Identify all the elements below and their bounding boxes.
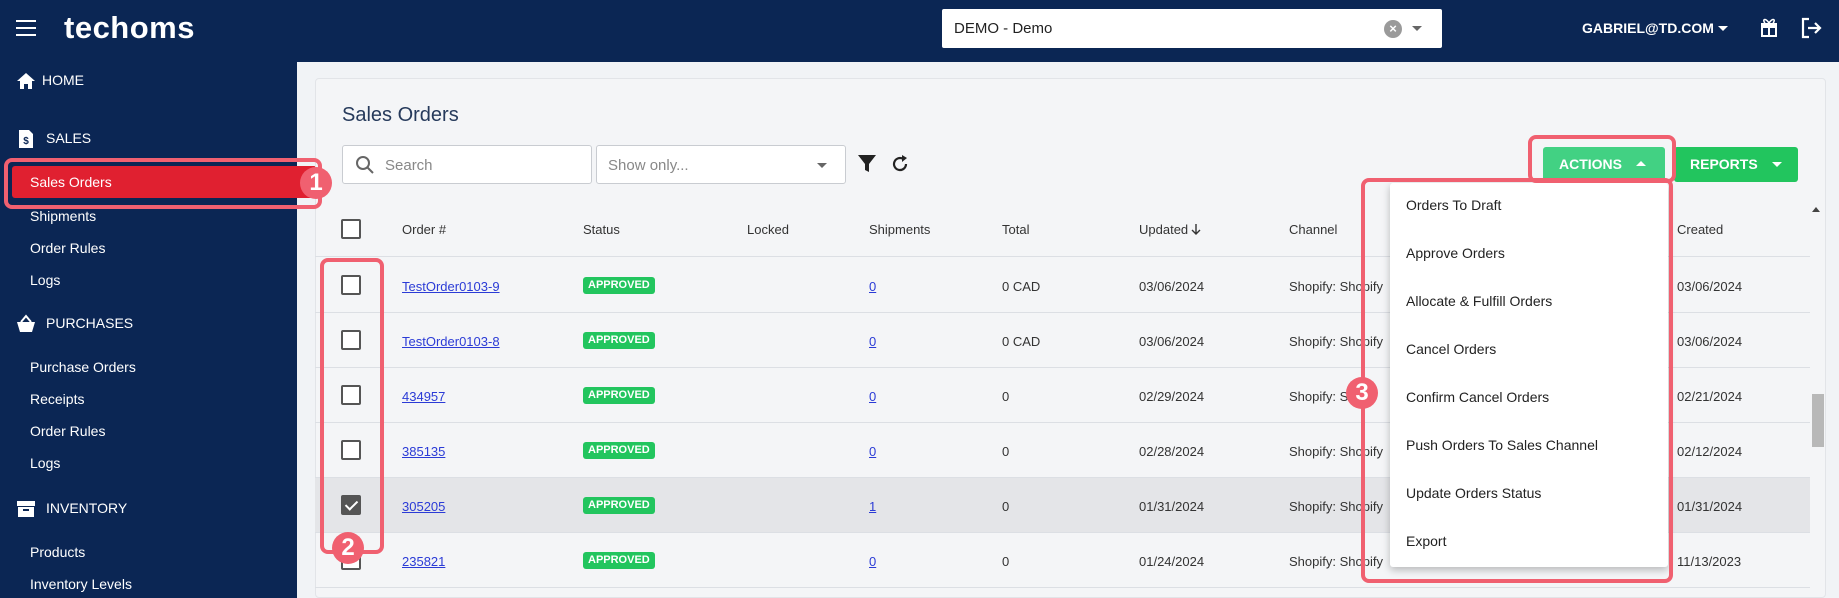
sidebar: HOME $ SALES Sales Orders Shipments Orde… bbox=[0, 62, 317, 598]
total-cell: 0 bbox=[1002, 444, 1010, 459]
order-link[interactable]: 434957 bbox=[402, 389, 445, 404]
shipments-link[interactable]: 0 bbox=[869, 389, 876, 404]
basket-icon bbox=[17, 314, 35, 332]
show-only-placeholder: Show only... bbox=[608, 157, 689, 174]
annotation-number-1: 1 bbox=[300, 167, 332, 199]
created-cell: 03/06/2024 bbox=[1677, 279, 1743, 294]
filter-icon[interactable] bbox=[858, 154, 876, 174]
clear-icon[interactable]: × bbox=[1384, 20, 1402, 38]
gift-icon[interactable] bbox=[1760, 17, 1778, 37]
created-cell: 03/06/2024 bbox=[1677, 334, 1743, 349]
status-badge: APPROVED bbox=[583, 442, 655, 459]
sidebar-item-products[interactable]: Products bbox=[30, 544, 85, 560]
sidebar-item-purchase-orders[interactable]: Purchase Orders bbox=[30, 359, 136, 375]
order-link[interactable]: 235821 bbox=[402, 554, 445, 569]
app-logo[interactable]: techoms bbox=[64, 10, 195, 46]
sidebar-section-label: HOME bbox=[42, 72, 84, 88]
search-input[interactable]: Search bbox=[342, 145, 592, 184]
total-cell: 0 CAD bbox=[1002, 279, 1041, 294]
sidebar-section-label: PURCHASES bbox=[46, 315, 134, 331]
annotation-box-2 bbox=[320, 258, 384, 554]
created-cell: 11/13/2023 bbox=[1677, 554, 1742, 569]
annotation-number-2: 2 bbox=[332, 532, 364, 564]
column-header-channel[interactable]: Channel bbox=[1289, 222, 1337, 237]
show-only-select[interactable]: Show only... bbox=[596, 145, 846, 184]
created-cell: 02/12/2024 bbox=[1677, 444, 1743, 459]
reports-label: REPORTS bbox=[1690, 156, 1758, 172]
annotation-box-actions bbox=[1528, 135, 1676, 183]
status-badge: APPROVED bbox=[583, 497, 655, 514]
sidebar-item-logs[interactable]: Logs bbox=[30, 272, 60, 288]
updated-cell: 01/24/2024 bbox=[1139, 554, 1205, 569]
created-cell: 01/31/2024 bbox=[1677, 499, 1743, 514]
column-header-total[interactable]: Total bbox=[1002, 222, 1029, 237]
updated-cell: 03/06/2024 bbox=[1139, 334, 1205, 349]
updated-cell: 03/06/2024 bbox=[1139, 279, 1205, 294]
scroll-up-arrow-icon[interactable] bbox=[1812, 207, 1820, 212]
status-badge: APPROVED bbox=[583, 552, 655, 569]
search-icon bbox=[356, 156, 374, 174]
select-all-checkbox[interactable] bbox=[341, 219, 361, 239]
shipments-link[interactable]: 0 bbox=[869, 334, 876, 349]
tenant-select[interactable]: DEMO - Demo × bbox=[942, 9, 1442, 48]
top-bar: techoms DEMO - Demo × GABRIEL@TD.COM bbox=[0, 0, 1839, 62]
shipments-link[interactable]: 1 bbox=[869, 499, 876, 514]
menu-icon[interactable] bbox=[16, 20, 36, 36]
sales-icon: $ bbox=[19, 130, 33, 148]
column-header-order[interactable]: Order # bbox=[402, 222, 446, 237]
search-placeholder: Search bbox=[385, 157, 433, 174]
tenant-value: DEMO - Demo bbox=[954, 20, 1053, 37]
annotation-number-3: 3 bbox=[1346, 377, 1378, 409]
chevron-down-icon bbox=[1772, 162, 1782, 167]
sidebar-section-label: SALES bbox=[46, 130, 92, 146]
sidebar-item-inventory-levels[interactable]: Inventory Levels bbox=[30, 576, 132, 592]
status-badge: APPROVED bbox=[583, 332, 655, 349]
reports-button[interactable]: REPORTS bbox=[1674, 147, 1798, 182]
inventory-icon bbox=[17, 501, 35, 517]
shipments-link[interactable]: 0 bbox=[869, 554, 876, 569]
sidebar-item-order-rules[interactable]: Order Rules bbox=[30, 423, 105, 439]
shipments-link[interactable]: 0 bbox=[869, 279, 876, 294]
column-header-created[interactable]: Created bbox=[1677, 222, 1723, 237]
total-cell: 0 bbox=[1002, 499, 1010, 514]
shipments-link[interactable]: 0 bbox=[869, 444, 876, 459]
order-link[interactable]: 385135 bbox=[402, 444, 445, 459]
sidebar-item-receipts[interactable]: Receipts bbox=[30, 391, 84, 407]
chevron-down-icon bbox=[817, 163, 827, 168]
sidebar-section-label: INVENTORY bbox=[46, 500, 128, 516]
sort-arrow-down-icon[interactable] bbox=[1191, 224, 1201, 236]
status-badge: APPROVED bbox=[583, 387, 655, 404]
total-cell: 0 bbox=[1002, 389, 1010, 404]
column-header-locked[interactable]: Locked bbox=[747, 222, 789, 237]
chevron-down-icon[interactable] bbox=[1718, 26, 1728, 31]
order-link[interactable]: 305205 bbox=[402, 499, 445, 514]
svg-text:$: $ bbox=[23, 136, 29, 147]
channel-cell: Shopify: S bbox=[1289, 389, 1349, 404]
status-badge: APPROVED bbox=[583, 277, 655, 294]
refresh-icon[interactable] bbox=[890, 154, 910, 174]
user-menu[interactable]: GABRIEL@TD.COM bbox=[1582, 20, 1714, 36]
column-header-shipments[interactable]: Shipments bbox=[869, 222, 930, 237]
sidebar-item-shipments[interactable]: Shipments bbox=[30, 208, 96, 224]
column-header-status[interactable]: Status bbox=[583, 222, 620, 237]
order-link[interactable]: TestOrder0103-8 bbox=[402, 334, 500, 349]
chevron-down-icon[interactable] bbox=[1412, 26, 1422, 31]
page-title: Sales Orders bbox=[342, 104, 459, 126]
total-cell: 0 CAD bbox=[1002, 334, 1041, 349]
updated-cell: 02/28/2024 bbox=[1139, 444, 1205, 459]
order-link[interactable]: TestOrder0103-9 bbox=[402, 279, 500, 294]
total-cell: 0 bbox=[1002, 554, 1010, 569]
updated-cell: 02/29/2024 bbox=[1139, 389, 1205, 404]
sidebar-item-order-rules[interactable]: Order Rules bbox=[30, 240, 105, 256]
annotation-box-3 bbox=[1361, 178, 1673, 583]
scrollbar-thumb[interactable] bbox=[1812, 394, 1824, 447]
column-header-updated[interactable]: Updated bbox=[1139, 222, 1188, 237]
created-cell: 02/21/2024 bbox=[1677, 389, 1743, 404]
sidebar-item-logs[interactable]: Logs bbox=[30, 455, 60, 471]
annotation-box-1 bbox=[4, 158, 322, 209]
logout-icon[interactable] bbox=[1800, 17, 1822, 39]
updated-cell: 01/31/2024 bbox=[1139, 499, 1205, 514]
home-icon bbox=[17, 73, 35, 89]
